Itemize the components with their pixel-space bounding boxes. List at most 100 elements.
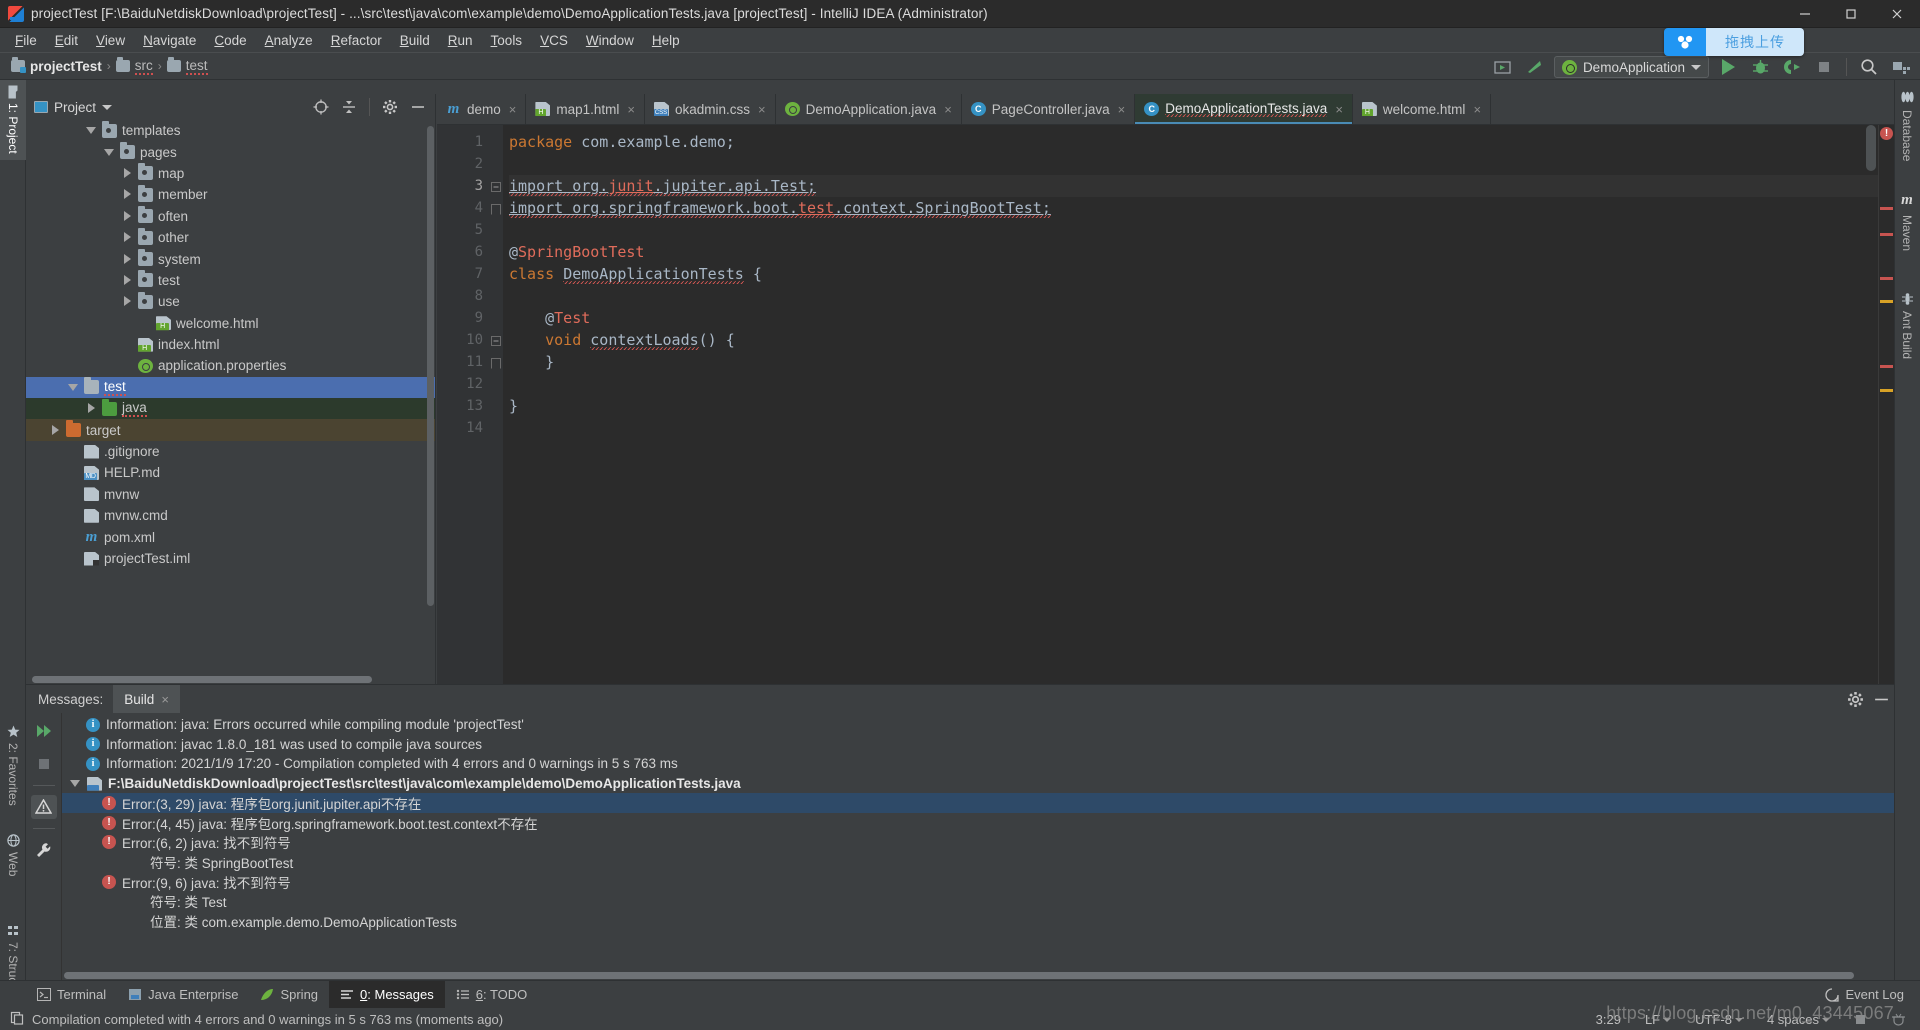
tree-node-use[interactable]: use [26,291,435,312]
fold-marker[interactable] [491,202,501,215]
chevron-down-icon[interactable] [86,125,97,136]
bottom-tab-java-enterprise[interactable]: Java Enterprise [117,981,249,1009]
code-line[interactable]: import org.springframework.boot.test.con… [509,197,1894,219]
tree-node-index-html[interactable]: Hindex.html [26,334,435,355]
error-stripe[interactable]: ! [1878,125,1894,684]
run-with-coverage-button[interactable] [1779,55,1805,79]
line-number[interactable]: 3 [437,175,489,197]
stripe-mark-warning[interactable] [1880,389,1893,392]
bottom-tab-6--todo[interactable]: 6: TODO [445,981,539,1009]
stripe-mark-warning[interactable] [1880,300,1893,303]
stripe-mark-error[interactable] [1880,233,1893,236]
messages-horizontal-scrollbar[interactable] [62,971,1894,980]
code-line[interactable] [509,153,1894,175]
tab-build[interactable]: Build × [113,685,180,713]
sidebar-item-ant-build[interactable]: Ant Build [1894,286,1920,365]
close-button[interactable] [1874,0,1920,28]
lock-status-icon[interactable] [1846,1013,1875,1026]
chevron-down-icon[interactable] [104,147,115,158]
chevron-right-icon[interactable] [86,403,97,414]
bottom-tab-terminal[interactable]: Terminal [26,981,117,1009]
line-separator-selector[interactable]: LF [1637,1012,1679,1027]
close-icon[interactable]: × [758,102,766,117]
editor-tab-pagecontroller-java[interactable]: C PageController.java × [962,94,1136,124]
close-icon[interactable]: × [1335,102,1343,117]
chevron-right-icon[interactable] [50,424,61,436]
hide-icon[interactable] [1868,686,1894,712]
message-row[interactable]: i Information: javac 1.8.0_181 was used t… [62,735,1894,755]
code-line[interactable] [509,417,1894,439]
search-everywhere-icon[interactable] [1856,55,1882,79]
tree-node-application-properties[interactable]: application.properties [26,355,435,376]
close-icon[interactable]: × [1473,102,1481,117]
code-line[interactable]: import org.junit.jupiter.api.Test; [509,175,1894,197]
tree-node-pom-xml[interactable]: m pom.xml [26,526,435,547]
chevron-down-icon[interactable] [102,104,113,110]
update-project-icon[interactable] [1522,55,1548,79]
menu-item-refactor[interactable]: Refactor [322,31,391,50]
chevron-down-icon[interactable] [70,778,81,789]
message-row[interactable]: 符号: 类 SpringBootTest [62,852,1894,872]
chevron-right-icon[interactable] [122,167,133,179]
code-line[interactable]: } [509,351,1894,373]
chevron-right-icon[interactable] [122,232,133,243]
run-button[interactable] [1715,55,1741,79]
code-line[interactable] [509,219,1894,241]
editor-tab-demoapplicationtests-java[interactable]: C DemoApplicationTests.java × [1135,94,1353,124]
close-icon[interactable]: × [627,102,635,117]
sidebar-item-project[interactable]: 1: Project [0,80,26,160]
menu-item-navigate[interactable]: Navigate [134,31,205,50]
code-line[interactable]: } [509,395,1894,417]
settings-wrench-icon[interactable] [31,838,57,862]
caret-position[interactable]: 3:29 [1588,1012,1629,1027]
line-number[interactable]: 11 [437,351,489,373]
menu-item-run[interactable]: Run [439,31,482,50]
message-row[interactable]: ! Error:(9, 6) java: 找不到符号 [62,872,1894,892]
bottom-tab-spring[interactable]: Spring [249,981,329,1009]
fold-marker[interactable] [491,180,501,192]
menu-item-view[interactable]: View [87,31,134,50]
message-row[interactable]: 位置: 类 com.example.demo.DemoApplicationTe… [62,911,1894,931]
message-row[interactable]: 符号: 类 Test [62,891,1894,911]
line-number[interactable]: 10 [437,329,489,351]
stop-button[interactable] [1811,55,1837,79]
menu-item-help[interactable]: Help [643,31,689,50]
tree-node-help-md[interactable]: MD HELP.md [26,462,435,483]
close-icon[interactable]: × [944,102,952,117]
stripe-mark-error[interactable] [1880,365,1893,368]
bottom-tab-0--messages[interactable]: 0: Messages [329,980,445,1009]
chevron-right-icon[interactable] [122,274,133,286]
line-number[interactable]: 5 [437,219,489,241]
menu-item-analyze[interactable]: Analyze [256,31,322,50]
line-number[interactable]: 7 [437,263,489,285]
project-tree-horizontal-scrollbar[interactable] [26,674,435,684]
message-row[interactable]: F:\BaiduNetdiskDownload\projectTest\src\… [62,774,1894,794]
project-tree[interactable]: templates pages map member often other system t… [26,120,435,684]
line-number[interactable]: 4 [437,197,489,219]
line-number[interactable]: 2 [437,153,489,175]
sidebar-item-database[interactable]: Database [1894,84,1920,167]
code-line[interactable] [509,373,1894,395]
close-icon[interactable]: × [509,102,517,117]
chevron-right-icon[interactable] [122,189,133,200]
rerun-icon[interactable] [31,719,57,743]
event-log-button[interactable]: Event Log [1825,987,1920,1002]
tree-node-java[interactable]: java [26,398,435,420]
breadcrumb-item-projectTest[interactable]: projectTest [8,57,105,74]
hide-icon[interactable] [407,96,429,118]
chevron-right-icon[interactable] [122,296,133,307]
tree-node-projecttest-iml[interactable]: projectTest.iml [26,548,435,569]
tree-node-test[interactable]: test [26,270,435,291]
tree-node-pages[interactable]: pages [26,141,435,162]
collapse-all-icon[interactable] [338,96,360,118]
menu-item-build[interactable]: Build [391,31,439,50]
fold-marker[interactable] [491,356,501,369]
tree-node-templates[interactable]: templates [26,120,435,141]
stripe-mark-error[interactable] [1880,207,1893,210]
menu-item-file[interactable]: File [6,31,46,50]
menu-item-edit[interactable]: Edit [46,31,87,50]
messages-list[interactable]: i Information: java: Errors occurred whil… [62,713,1894,980]
editor-tab-map1-html[interactable]: Hmap1.html × [526,94,645,124]
tree-node-target[interactable]: target [26,419,435,441]
toggle-warnings-icon[interactable] [30,795,57,819]
